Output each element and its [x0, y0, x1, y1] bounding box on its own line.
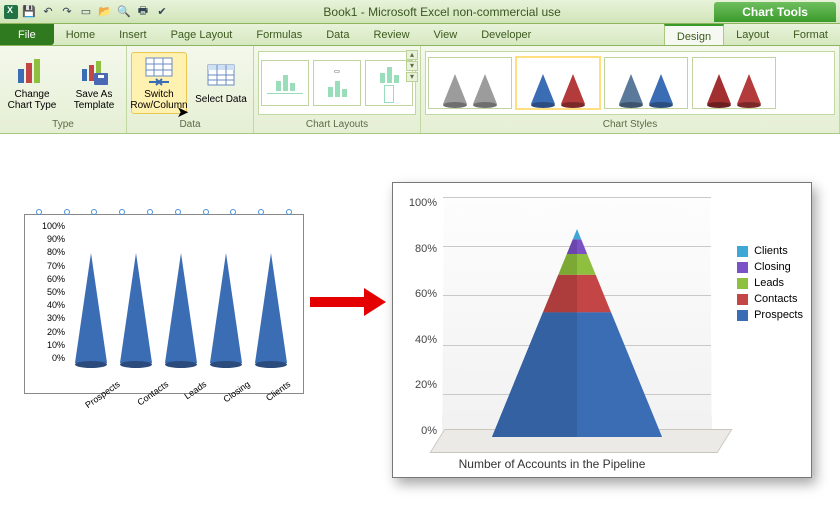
open-icon[interactable]: 📂 — [97, 4, 113, 20]
save-template-icon — [78, 55, 110, 87]
legend-item: Contacts — [737, 293, 803, 305]
save-as-template-button[interactable]: Save As Template — [66, 53, 122, 113]
ribbon: Change Chart Type Save As Template Type … — [0, 46, 840, 134]
ribbon-tabs: File Home Insert Page Layout Formulas Da… — [0, 24, 840, 46]
tab-file[interactable]: File — [0, 24, 54, 45]
select-data-label: Select Data — [195, 94, 247, 105]
layout-thumb-2[interactable]: ▭ — [313, 60, 361, 106]
ribbon-group-data: Switch Row/Column ➤ Select Data Data — [127, 46, 254, 133]
switch-row-column-icon — [143, 55, 175, 87]
legend-item: Prospects — [737, 309, 803, 321]
swatch-icon — [737, 246, 748, 257]
style-thumb-1[interactable] — [428, 57, 512, 109]
quick-print-icon[interactable]: 🖶 — [135, 4, 151, 20]
style-thumb-4[interactable] — [692, 57, 776, 109]
small-chart-series — [69, 238, 293, 363]
ribbon-group-type: Change Chart Type Save As Template Type — [0, 46, 127, 133]
chart-styles-gallery[interactable] — [425, 51, 835, 115]
group-label-data: Data — [131, 117, 249, 133]
worksheet-stage: 100%90%80%70%60%50%40%30%20%10%0% Prospe… — [0, 150, 840, 525]
arrow-icon — [310, 288, 386, 316]
small-chart-x-axis: Prospects Contacts Leads Closing Clients — [69, 379, 293, 389]
swatch-icon — [737, 294, 748, 305]
style-thumb-3[interactable] — [604, 57, 688, 109]
tab-view[interactable]: View — [422, 24, 470, 45]
more-icon[interactable]: ▾ — [406, 72, 418, 82]
change-chart-type-icon — [16, 55, 48, 87]
tab-page-layout[interactable]: Page Layout — [159, 24, 245, 45]
legend: Clients Closing Leads Contacts Prospects — [737, 241, 803, 325]
cone-icon — [75, 253, 107, 363]
tab-layout[interactable]: Layout — [724, 24, 781, 45]
tab-insert[interactable]: Insert — [107, 24, 159, 45]
swatch-icon — [737, 310, 748, 321]
title-bar: 💾 ↶ ↷ ▭ 📂 🔍 🖶 ✔ Book1 - Microsoft Excel … — [0, 0, 840, 24]
new-icon[interactable]: ▭ — [78, 4, 94, 20]
save-as-template-label: Save As Template — [68, 89, 120, 111]
pyramid-series — [492, 229, 662, 437]
swatch-icon — [737, 278, 748, 289]
select-data-button[interactable]: Select Data — [193, 58, 249, 107]
selection-handles[interactable] — [25, 209, 303, 215]
excel-icon — [4, 5, 18, 19]
group-label-styles: Chart Styles — [425, 117, 835, 133]
chart-after[interactable]: 100% 80% 60% 40% 20% 0% — [392, 182, 812, 478]
style-thumb-2[interactable] — [516, 57, 600, 109]
cone-icon — [120, 253, 152, 363]
spelling-icon[interactable]: ✔ — [154, 4, 170, 20]
cone-icon — [165, 253, 197, 363]
tab-developer[interactable]: Developer — [469, 24, 543, 45]
tab-data[interactable]: Data — [314, 24, 361, 45]
big-chart-plot-area — [443, 197, 711, 443]
change-chart-type-label: Change Chart Type — [6, 89, 58, 111]
legend-item: Clients — [737, 245, 803, 257]
redo-icon[interactable]: ↷ — [59, 4, 75, 20]
quick-access-toolbar: 💾 ↶ ↷ ▭ 📂 🔍 🖶 ✔ — [4, 4, 170, 20]
undo-icon[interactable]: ↶ — [40, 4, 56, 20]
cursor-icon: ➤ — [176, 107, 189, 118]
change-chart-type-button[interactable]: Change Chart Type — [4, 53, 60, 113]
window-title: Book1 - Microsoft Excel non-commercial u… — [323, 5, 560, 19]
cone-icon — [210, 253, 242, 363]
chart-tools-contextual-tab: Chart Tools — [714, 2, 836, 22]
switch-row-column-button[interactable]: Switch Row/Column ➤ — [131, 52, 187, 114]
chart-layouts-gallery[interactable]: ▭ — [258, 51, 416, 115]
ribbon-group-chart-layouts: ▭ ▴▾▾ Chart Layouts — [254, 46, 421, 133]
select-data-icon — [205, 60, 237, 92]
chevron-down-icon[interactable]: ▾ — [406, 61, 418, 71]
layouts-scroll[interactable]: ▴▾▾ — [406, 50, 418, 82]
swatch-icon — [737, 262, 748, 273]
chart-before[interactable]: 100%90%80%70%60%50%40%30%20%10%0% Prospe… — [24, 214, 304, 394]
group-label-type: Type — [4, 117, 122, 133]
small-chart-y-axis: 100%90%80%70%60%50%40%30%20%10%0% — [27, 221, 65, 363]
group-label-layouts: Chart Layouts — [258, 117, 416, 133]
big-chart-y-axis: 100% 80% 60% 40% 20% 0% — [399, 197, 437, 437]
legend-item: Leads — [737, 277, 803, 289]
layout-thumb-1[interactable] — [261, 60, 309, 106]
tab-formulas[interactable]: Formulas — [244, 24, 314, 45]
ribbon-group-chart-styles: Chart Styles — [421, 46, 840, 133]
tab-design[interactable]: Design — [664, 24, 724, 45]
print-preview-icon[interactable]: 🔍 — [116, 4, 132, 20]
chart-title: Number of Accounts in the Pipeline — [393, 457, 711, 471]
save-icon[interactable]: 💾 — [21, 4, 37, 20]
cone-icon — [255, 253, 287, 363]
tab-home[interactable]: Home — [54, 24, 107, 45]
chevron-up-icon[interactable]: ▴ — [406, 50, 418, 60]
legend-item: Closing — [737, 261, 803, 273]
tab-review[interactable]: Review — [361, 24, 421, 45]
tab-format[interactable]: Format — [781, 24, 840, 45]
